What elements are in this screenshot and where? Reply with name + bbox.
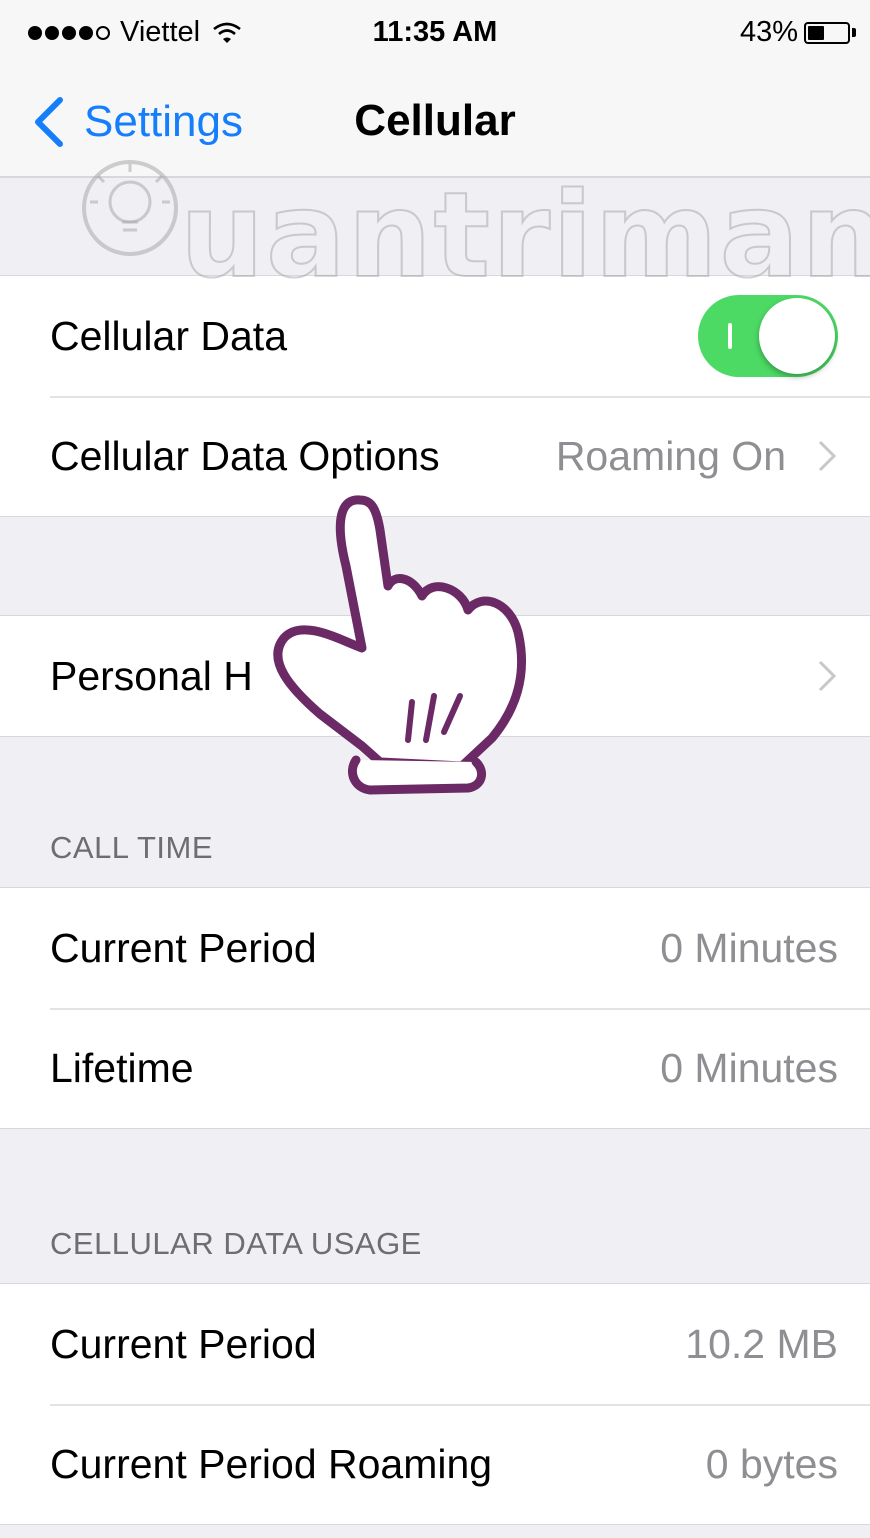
call-time-header: CALL TIME (50, 830, 213, 865)
battery-percent: 43% (739, 16, 798, 48)
call-time-current-period-row: Current Period 0 Minutes (0, 888, 870, 1008)
back-button[interactable]: Settings (30, 94, 243, 150)
battery-icon (804, 21, 856, 44)
cellular-data-toggle[interactable] (698, 295, 838, 377)
usage-current-period-roaming-label: Current Period Roaming (50, 1440, 493, 1487)
cellular-data-options-label: Cellular Data Options (50, 432, 440, 479)
personal-hotspot-group: Personal H (0, 615, 870, 737)
toggle-on-mark-icon (728, 323, 732, 349)
usage-current-period-label: Current Period (50, 1320, 317, 1367)
call-time-lifetime-label: Lifetime (50, 1044, 194, 1091)
call-time-group: Current Period 0 Minutes Lifetime 0 Minu… (0, 887, 870, 1129)
cellular-data-usage-header: CELLULAR DATA USAGE (50, 1226, 422, 1261)
call-time-lifetime-value: 0 Minutes (660, 1044, 838, 1091)
chevron-right-icon (818, 660, 837, 692)
usage-current-period-value: 10.2 MB (685, 1320, 838, 1367)
usage-current-period-roaming-row: Current Period Roaming 0 bytes (0, 1404, 870, 1524)
chevron-right-icon (818, 440, 837, 472)
personal-hotspot-row[interactable]: Personal H (0, 616, 870, 736)
cellular-data-options-row[interactable]: Cellular Data Options Roaming On (0, 396, 870, 516)
call-time-lifetime-row: Lifetime 0 Minutes (0, 1008, 870, 1128)
back-button-label: Settings (84, 97, 243, 146)
navigation-bar: Settings Cellular (0, 66, 870, 178)
battery-level (808, 25, 825, 40)
usage-current-period-roaming-value: 0 bytes (705, 1440, 838, 1487)
cellular-data-row: Cellular Data (0, 276, 870, 396)
usage-current-period-row: Current Period 10.2 MB (0, 1284, 870, 1404)
cellular-data-options-value: Roaming On (555, 432, 786, 479)
toggle-knob (759, 298, 835, 374)
call-time-current-period-label: Current Period (50, 924, 317, 971)
status-right: 43% (740, 16, 856, 49)
cellular-data-usage-group: Current Period 10.2 MB Current Period Ro… (0, 1283, 870, 1525)
back-chevron-icon (35, 97, 63, 147)
personal-hotspot-label: Personal H (50, 652, 253, 699)
status-bar: Viettel 11:35 AM 43% (0, 0, 870, 66)
cellular-data-group: Cellular Data Cellular Data Options Roam… (0, 275, 870, 517)
call-time-current-period-value: 0 Minutes (660, 924, 838, 971)
cellular-data-label: Cellular Data (50, 312, 287, 359)
